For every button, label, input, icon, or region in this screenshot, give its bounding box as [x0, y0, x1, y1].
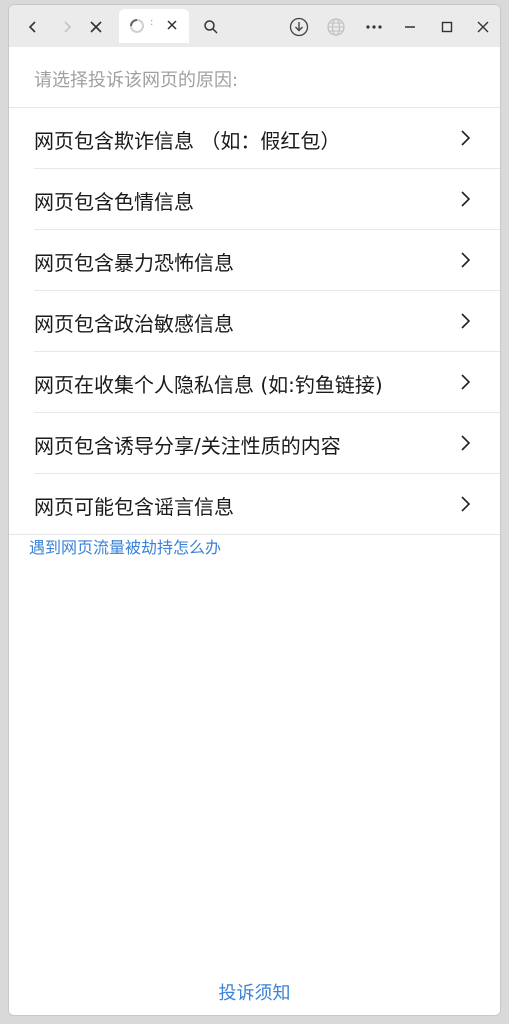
reason-item-violence[interactable]: 网页包含暴力恐怖信息: [34, 230, 500, 291]
reason-label: 网页包含色情信息: [34, 190, 194, 214]
chevron-right-icon: [461, 130, 471, 146]
traffic-hijack-help-link[interactable]: 遇到网页流量被劫持怎么办: [29, 534, 221, 558]
reason-label: 网页包含欺诈信息 （如：假红包）: [34, 129, 341, 153]
report-notice-link[interactable]: 投诉须知: [9, 979, 500, 1005]
chevron-right-icon: [461, 191, 471, 207]
reason-list: 网页包含欺诈信息 （如：假红包） 网页包含色情信息 网页包含暴力恐怖信息 网页包…: [9, 107, 500, 535]
globe-button[interactable]: [322, 13, 350, 41]
maximize-button[interactable]: [433, 13, 461, 41]
close-window-button[interactable]: [469, 13, 497, 41]
chevron-right-icon: [461, 435, 471, 451]
maximize-icon: [441, 21, 453, 33]
reason-item-induced-sharing[interactable]: 网页包含诱导分享/关注性质的内容: [34, 413, 500, 474]
tab-close-icon[interactable]: [165, 18, 179, 32]
active-tab[interactable]: :: [119, 9, 189, 43]
forward-button[interactable]: [53, 13, 81, 41]
tab-title-dots: :: [150, 17, 154, 28]
stop-button[interactable]: [82, 13, 110, 41]
chevron-left-icon: [28, 21, 36, 33]
reason-item-pornography[interactable]: 网页包含色情信息: [34, 169, 500, 230]
chevron-right-icon: [64, 21, 72, 33]
chevron-right-icon: [461, 313, 471, 329]
reason-label: 网页可能包含谣言信息: [34, 495, 234, 519]
reason-item-fraud[interactable]: 网页包含欺诈信息 （如：假红包）: [34, 108, 500, 169]
search-button[interactable]: [197, 13, 225, 41]
title-bar: :: [9, 5, 500, 47]
download-icon: [289, 17, 309, 37]
back-button[interactable]: [19, 13, 47, 41]
reason-label: 网页包含诱导分享/关注性质的内容: [34, 434, 341, 458]
download-button[interactable]: [285, 13, 313, 41]
report-page: 请选择投诉该网页的原因: 网页包含欺诈信息 （如：假红包） 网页包含色情信息 网…: [9, 47, 500, 1015]
chevron-right-icon: [461, 496, 471, 512]
close-icon: [90, 21, 102, 33]
reason-item-political[interactable]: 网页包含政治敏感信息: [34, 291, 500, 352]
reason-label: 网页包含暴力恐怖信息: [34, 251, 234, 275]
chevron-right-icon: [461, 252, 471, 268]
reason-label: 网页在收集个人隐私信息 (如:钓鱼链接): [34, 373, 383, 397]
close-icon: [477, 21, 489, 33]
globe-icon: [327, 18, 345, 36]
more-icon: [366, 25, 382, 29]
minimize-button[interactable]: [396, 13, 424, 41]
reason-label: 网页包含政治敏感信息: [34, 312, 234, 336]
reason-item-rumor[interactable]: 网页可能包含谣言信息: [34, 474, 500, 534]
browser-window: : 请选择投诉该网页的原因: 网页包含欺诈信息 （如：假红包） 网页包含色情信息…: [8, 4, 501, 1016]
minimize-icon: [405, 26, 415, 28]
search-icon: [204, 20, 218, 34]
report-prompt: 请选择投诉该网页的原因:: [34, 70, 239, 91]
chevron-right-icon: [461, 374, 471, 390]
more-button[interactable]: [360, 13, 388, 41]
reason-item-privacy[interactable]: 网页在收集个人隐私信息 (如:钓鱼链接): [34, 352, 500, 413]
loading-spinner-icon: [130, 19, 144, 33]
